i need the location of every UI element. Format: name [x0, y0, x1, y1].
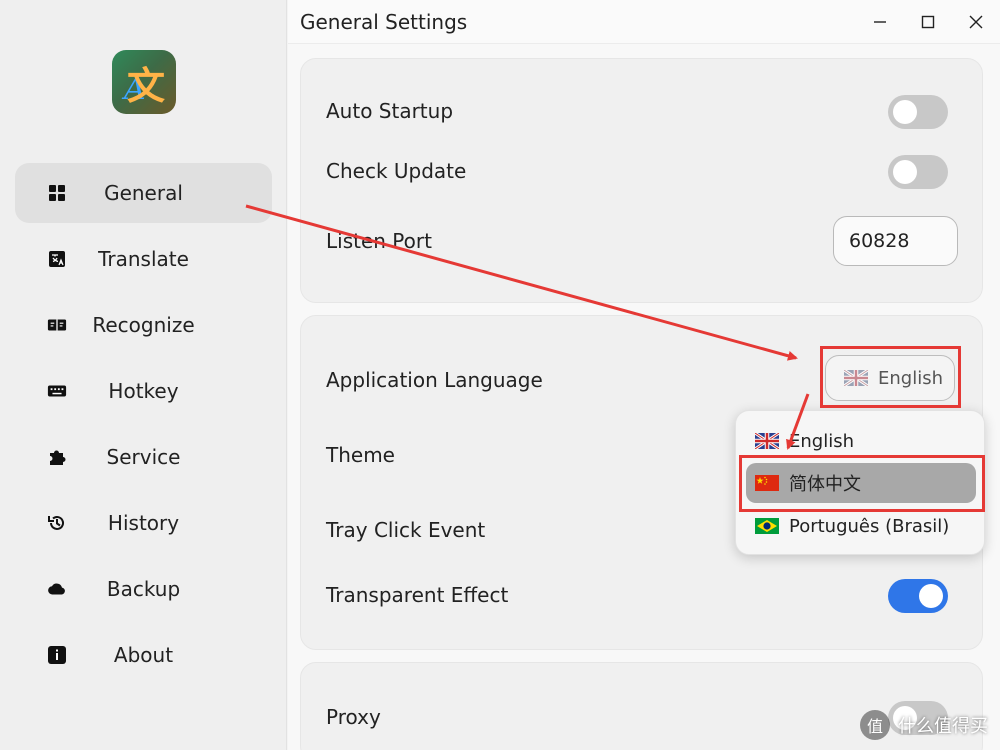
main-panel: General Settings Auto Startup Check Upda…: [288, 0, 1000, 750]
language-select-value: English: [878, 367, 943, 389]
sidebar-item-label: About: [113, 643, 174, 667]
brazil-flag-icon: [755, 518, 779, 534]
watermark: 值 什么值得买: [860, 710, 988, 740]
check-update-toggle[interactable]: [888, 155, 948, 189]
minimize-button[interactable]: [856, 0, 904, 44]
sidebar-item-label: Recognize: [92, 313, 195, 337]
sidebar-item-label: History: [107, 511, 180, 535]
sidebar-item-label: Backup: [106, 577, 181, 601]
language-select[interactable]: English: [825, 355, 955, 401]
close-button[interactable]: [952, 0, 1000, 44]
auto-startup-toggle[interactable]: [888, 95, 948, 129]
auto-startup-label: Auto Startup: [326, 99, 454, 123]
toggle-knob: [893, 100, 917, 124]
sidebar-item-backup[interactable]: Backup: [15, 559, 272, 619]
app-window: A 文 General Translate Recognize Hotkey S…: [0, 0, 1000, 750]
listen-port-label: Listen Port: [326, 229, 432, 253]
listen-port-input[interactable]: 60828: [833, 216, 958, 266]
check-update-label: Check Update: [326, 159, 467, 183]
language-option-chinese[interactable]: 简体中文: [746, 463, 976, 503]
sidebar-item-service[interactable]: Service: [15, 427, 272, 487]
watermark-text: 什么值得买: [898, 716, 988, 737]
maximize-icon: [921, 15, 935, 29]
maximize-button[interactable]: [904, 0, 952, 44]
uk-flag-icon: [755, 433, 779, 449]
uk-flag-icon: [844, 370, 868, 386]
sidebar-item-label: General: [104, 181, 183, 205]
proxy-label: Proxy: [326, 705, 381, 729]
sidebar-nav: General Translate Recognize Hotkey Servi…: [15, 163, 272, 691]
transparent-effect-toggle[interactable]: [888, 579, 948, 613]
logo-wen-icon: 文: [126, 63, 165, 108]
sidebar-item-translate[interactable]: Translate: [15, 229, 272, 289]
window-title: General Settings: [300, 9, 468, 34]
theme-label: Theme: [326, 443, 395, 467]
sidebar-item-hotkey[interactable]: Hotkey: [15, 361, 272, 421]
minimize-icon: [874, 21, 886, 23]
tray-click-label: Tray Click Event: [326, 518, 486, 542]
sidebar-item-recognize[interactable]: Recognize: [15, 295, 272, 355]
close-icon: [969, 15, 983, 29]
app-language-label: Application Language: [326, 368, 543, 392]
language-option-english[interactable]: English: [746, 421, 976, 461]
sidebar-item-general[interactable]: General: [15, 163, 272, 223]
sidebar-item-about[interactable]: About: [15, 625, 272, 685]
sidebar-item-label: Hotkey: [108, 379, 179, 403]
language-dropdown: English 简体中文 Português (Brasil): [735, 410, 985, 555]
window-controls: [856, 0, 1000, 44]
language-option-portuguese[interactable]: Português (Brasil): [746, 506, 976, 546]
transparent-effect-label: Transparent Effect: [326, 583, 509, 607]
watermark-badge: 值: [860, 710, 890, 740]
sidebar: A 文 General Translate Recognize Hotkey S…: [0, 0, 287, 750]
china-flag-icon: [755, 475, 779, 491]
language-option-label: Português (Brasil): [789, 515, 950, 537]
settings-card-general: Auto Startup Check Update Listen Port 60…: [300, 58, 983, 303]
toggle-knob: [893, 160, 917, 184]
sidebar-item-label: Service: [106, 445, 181, 469]
language-option-label: English: [789, 430, 854, 452]
sidebar-item-history[interactable]: History: [15, 493, 272, 553]
toggle-knob: [919, 584, 943, 608]
language-option-label: 简体中文: [789, 474, 861, 495]
app-logo: A 文: [112, 50, 176, 114]
sidebar-item-label: Translate: [98, 247, 189, 271]
